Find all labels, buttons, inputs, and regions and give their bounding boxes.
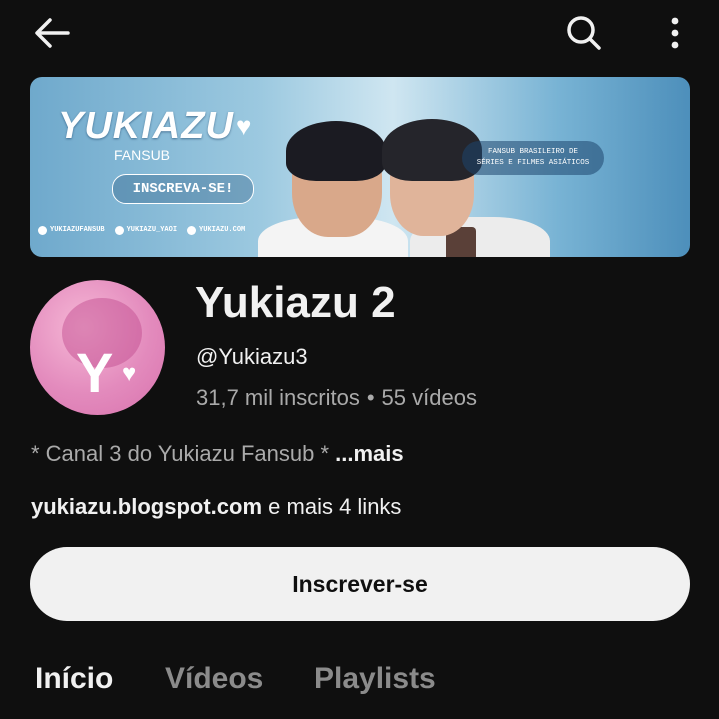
banner-heart-icon: ♥ (236, 111, 252, 141)
banner-title: YUKIAZU (58, 105, 234, 147)
search-button[interactable] (558, 10, 610, 56)
description-text: * Canal 3 do Yukiazu Fansub * (31, 441, 330, 466)
channel-banner: YUKIAZU ♥ FANSUB INSCREVA-SE! FANSUB BRA… (30, 77, 690, 257)
banner-tagline: FANSUB BRASILEIRO DE SÉRIES E FILMES ASI… (462, 141, 604, 175)
description-more-link[interactable]: ...mais (335, 441, 403, 466)
avatar-heart-icon: ♥ (122, 360, 137, 387)
subscriber-count: 31,7 mil inscritos (196, 385, 360, 410)
channel-handle: @Yukiazu3 (196, 344, 308, 369)
channel-stats: 31,7 mil inscritos • 55 vídeos (196, 385, 477, 411)
arrow-left-icon (35, 18, 70, 48)
banner-social-twitter: YUKIAZUFANSUB (38, 225, 105, 235)
heart-icon (187, 225, 197, 235)
tab-home[interactable]: Início (35, 662, 113, 696)
top-app-bar (0, 0, 719, 66)
instagram-icon (114, 225, 124, 235)
channel-avatar[interactable]: Y ♥ (30, 280, 165, 415)
search-icon (567, 16, 601, 50)
banner-social-label: YUKIAZUFANSUB (50, 226, 105, 234)
banner-social-label: YUKIAZU_YAOI (126, 226, 178, 234)
channel-links[interactable]: yukiazu.blogspot.com e mais 4 links (31, 494, 401, 520)
channel-link-more[interactable]: e mais 4 links (268, 494, 401, 519)
banner-cta: INSCREVA-SE! (112, 174, 254, 204)
channel-name: Yukiazu 2 (195, 278, 396, 327)
banner-tagline-line2: SÉRIES E FILMES ASIÁTICOS (476, 159, 590, 167)
banner-subtitle: FANSUB (114, 147, 171, 163)
more-vertical-icon (671, 17, 679, 49)
banner-person-left-hair (286, 121, 386, 181)
banner-social-website: YUKIAZU.COM (187, 225, 246, 235)
channel-tabs: Início Vídeos Playlists (0, 662, 719, 712)
back-button[interactable] (28, 12, 76, 54)
tab-playlists[interactable]: Playlists (314, 662, 436, 696)
twitter-icon (38, 225, 47, 235)
banner-social-label: YUKIAZU.COM (199, 226, 246, 234)
video-count: 55 vídeos (381, 385, 477, 410)
tab-videos[interactable]: Vídeos (165, 662, 263, 696)
stats-separator: • (366, 385, 375, 410)
subscribe-button[interactable]: Inscrever-se (30, 547, 690, 621)
banner-social-instagram: YUKIAZU_YAOI (114, 225, 178, 235)
avatar-letter: Y (76, 341, 114, 404)
channel-description[interactable]: * Canal 3 do Yukiazu Fansub * ...mais (31, 441, 404, 467)
banner-tagline-line1: FANSUB BRASILEIRO DE (487, 148, 578, 156)
banner-socials: YUKIAZUFANSUB YUKIAZU_YAOI YUKIAZU.COM (38, 221, 245, 239)
channel-link-main[interactable]: yukiazu.blogspot.com (31, 494, 262, 519)
more-options-button[interactable] (655, 10, 695, 56)
